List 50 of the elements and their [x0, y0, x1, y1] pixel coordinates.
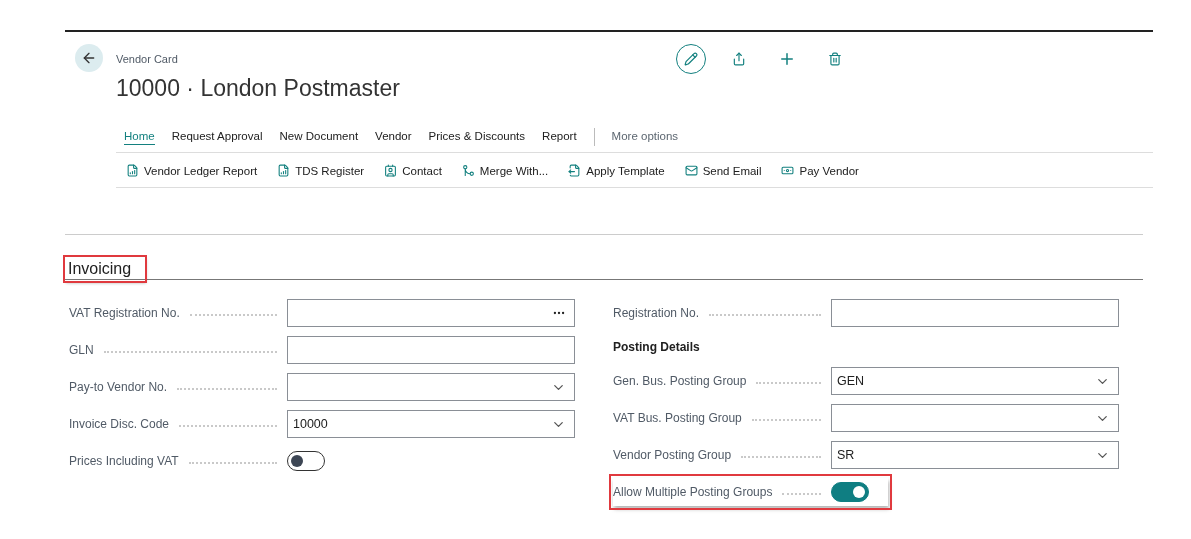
template-icon: [568, 164, 582, 177]
dropdown-field[interactable]: SR: [831, 441, 1119, 469]
dropdown-field[interactable]: [831, 404, 1119, 432]
field-label: Allow Multiple Posting Groups: [613, 485, 773, 499]
menu-tab[interactable]: Prices & Discounts: [428, 129, 526, 145]
email-icon: [684, 164, 698, 177]
contact-card-icon: [384, 164, 398, 177]
toggle-switch[interactable]: [831, 482, 869, 502]
toggle-switch[interactable]: [287, 451, 325, 471]
plus-icon: [778, 50, 796, 68]
action-button[interactable]: Vendor Ledger Report: [126, 164, 258, 177]
action-button[interactable]: Pay Vendor: [781, 164, 859, 177]
menu-tab[interactable]: Report: [542, 129, 577, 145]
menu-tab[interactable]: Request Approval: [171, 129, 263, 145]
menu-tab[interactable]: New Document: [279, 129, 359, 145]
action-button[interactable]: Contact: [384, 164, 442, 177]
back-button[interactable]: [75, 44, 103, 72]
report-icon: [126, 164, 139, 177]
field-label: Prices Including VAT: [69, 454, 179, 468]
merge-icon: [461, 164, 475, 177]
input-field[interactable]: [287, 299, 575, 327]
field-label: Pay-to Vendor No.: [69, 380, 168, 394]
more-options-tab[interactable]: More options: [611, 130, 679, 144]
field-label: VAT Bus. Posting Group: [613, 411, 742, 425]
payment-icon: [781, 164, 795, 177]
field-label: Gen. Bus. Posting Group: [613, 374, 747, 388]
trash-icon: [828, 52, 842, 66]
report-icon: [277, 164, 291, 177]
dropdown-field[interactable]: GEN: [831, 367, 1119, 395]
field-label: Invoice Disc. Code: [69, 417, 170, 431]
dropdown-field[interactable]: [287, 373, 575, 401]
action-button[interactable]: Send Email: [684, 164, 762, 177]
field-label: Vendor Posting Group: [613, 448, 732, 462]
subsection-title: Posting Details: [613, 339, 701, 356]
input-field[interactable]: [831, 299, 1119, 327]
action-button[interactable]: Apply Template: [568, 164, 665, 177]
menu-tab[interactable]: Home: [124, 129, 155, 145]
action-button[interactable]: Merge With...: [461, 164, 549, 177]
share-icon: [732, 52, 746, 66]
breadcrumb: Vendor Card: [116, 53, 179, 65]
pencil-icon: [684, 52, 698, 66]
field-label: VAT Registration No.: [69, 306, 180, 320]
field-label: Registration No.: [613, 306, 700, 320]
menu-tab[interactable]: Vendor: [375, 129, 412, 145]
dropdown-field[interactable]: 10000: [287, 410, 575, 438]
input-field[interactable]: [287, 336, 575, 364]
action-button[interactable]: TDS Register: [277, 164, 365, 177]
field-label: GLN: [69, 343, 94, 357]
page-title: 10000 · London Postmaster: [116, 75, 401, 102]
section-title: Invoicing: [65, 257, 146, 281]
